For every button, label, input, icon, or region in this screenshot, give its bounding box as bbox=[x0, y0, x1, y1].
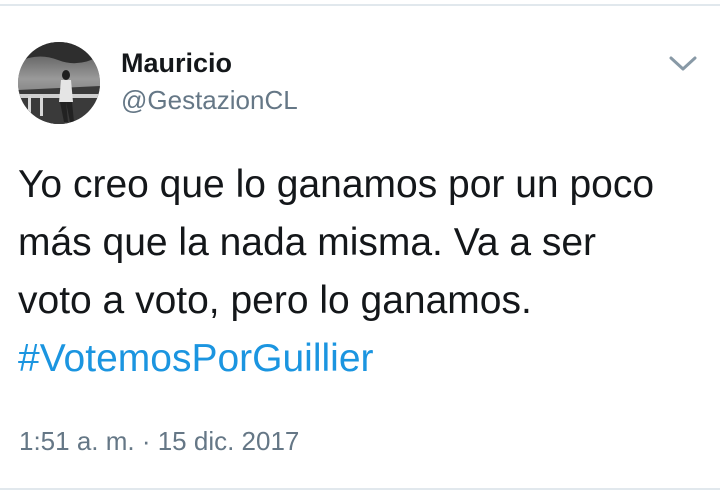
tweet-card: Mauricio @GestazionCL Yo creo que lo gan… bbox=[0, 0, 720, 493]
tweet-text-line: voto a voto, pero lo ganamos. bbox=[18, 279, 532, 322]
avatar[interactable] bbox=[18, 42, 100, 124]
bottom-divider bbox=[0, 488, 720, 490]
tweet-timestamp[interactable]: 1:51 a. m. · 15 dic. 2017 bbox=[19, 424, 299, 458]
avatar-photo bbox=[18, 42, 100, 124]
tweet-text: Yo creo que lo ganamos por un poco más q… bbox=[18, 156, 708, 388]
hashtag-link[interactable]: #VotemosPorGuillier bbox=[18, 330, 708, 388]
tweet-text-line: Yo creo que lo ganamos por un poco bbox=[18, 163, 655, 206]
display-name[interactable]: Mauricio bbox=[121, 46, 232, 80]
tweet-text-line: más que la nada misma. Va a ser bbox=[18, 221, 597, 264]
chevron-down-icon[interactable] bbox=[666, 50, 700, 76]
user-handle[interactable]: @GestazionCL bbox=[121, 84, 298, 116]
top-divider bbox=[0, 4, 720, 6]
